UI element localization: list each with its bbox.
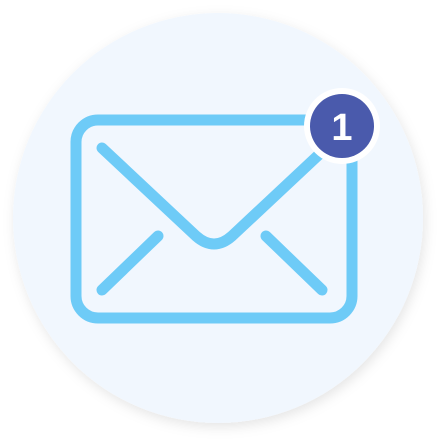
badge-count: 1 [331,107,352,149]
notification-badge: 1 [304,88,380,164]
mail-notification-graphic: 1 [13,13,423,423]
mail-notification-icon: 1 [0,0,444,444]
